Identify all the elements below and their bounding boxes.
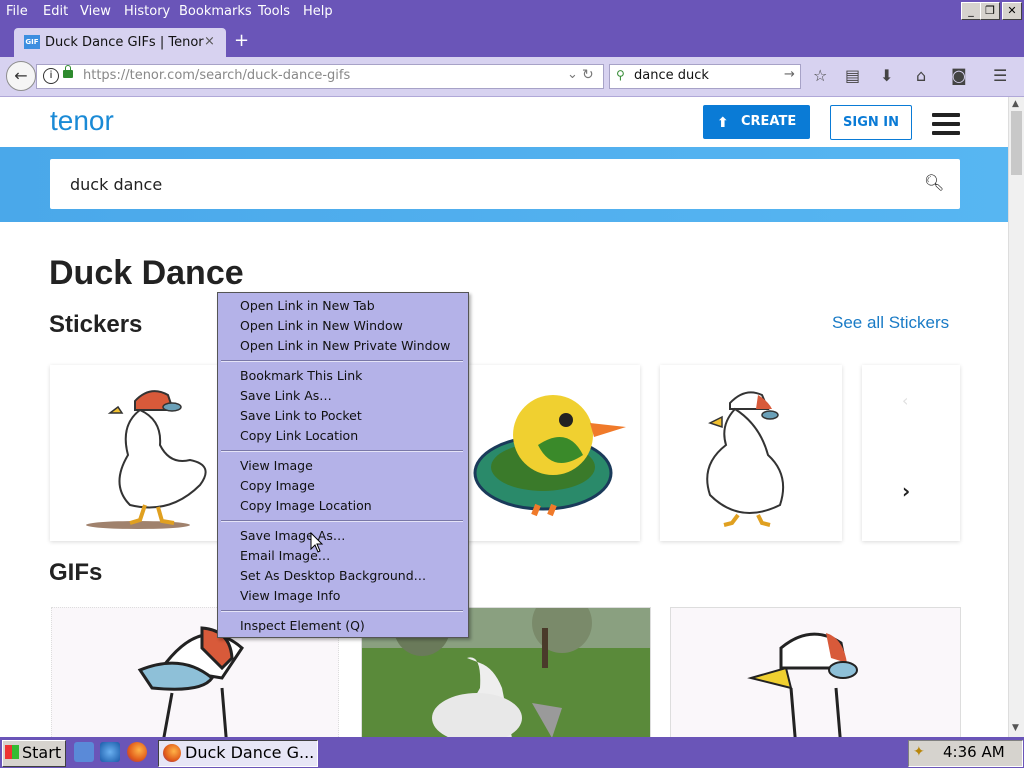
ctx-open-link-private-window[interactable]: Open Link in New Private Window (240, 338, 450, 353)
search-engine-icon[interactable]: ⚲ (616, 68, 625, 82)
sticker-card[interactable] (660, 365, 842, 541)
menu-file[interactable]: File (6, 4, 28, 19)
search-bar[interactable]: ⚲ dance duck → (609, 64, 801, 89)
ctx-inspect-element[interactable]: Inspect Element (Q) (240, 618, 365, 633)
pocket-icon[interactable]: ◙ (951, 66, 967, 85)
start-button[interactable]: Start (2, 740, 66, 767)
firefox-icon (163, 744, 181, 762)
duck-cap-sticker-image (706, 391, 784, 527)
carousel-next-icon[interactable]: › (902, 479, 910, 503)
create-label: CREATE (741, 114, 797, 129)
search-bar-value[interactable]: dance duck (634, 68, 709, 83)
system-tray: ✦ 4:36 AM (908, 740, 1023, 767)
menu-view[interactable]: View (80, 4, 111, 19)
url-text[interactable]: https://tenor.com/search/duck-dance-gifs (83, 68, 350, 83)
duck-float-sticker-image (473, 395, 626, 517)
tab-title: Duck Dance GIFs | Tenor (45, 35, 204, 50)
start-label: Start (22, 743, 62, 762)
downloads-icon[interactable]: ⬇ (880, 66, 893, 85)
reading-list-icon[interactable]: ▤ (845, 66, 860, 85)
ctx-copy-image-location[interactable]: Copy Image Location (240, 498, 372, 513)
page-viewport: tenor ⬆ CREATE SIGN IN duck dance 🔍︎ Duc… (0, 97, 1008, 737)
menu-separator (221, 520, 463, 522)
sign-in-button[interactable]: SIGN IN (830, 105, 912, 140)
tenor-favicon-icon: GIF (24, 35, 40, 49)
scrollbar-thumb[interactable] (1011, 111, 1022, 175)
taskbar-item-firefox[interactable]: Duck Dance G... (158, 740, 318, 767)
see-all-stickers-link[interactable]: See all Stickers (832, 313, 949, 333)
firefox-quicklaunch-icon[interactable] (127, 742, 147, 762)
gif-card[interactable] (670, 607, 961, 737)
bookmark-star-icon[interactable]: ☆ (813, 66, 827, 85)
tray-network-icon[interactable]: ✦ (913, 744, 925, 760)
page-scrollbar[interactable]: ▲ ▼ (1008, 97, 1024, 737)
history-dropdown-icon[interactable]: ⌄ (567, 67, 578, 82)
sticker-card[interactable] (50, 365, 230, 541)
menu-tools[interactable]: Tools (258, 4, 290, 19)
search-go-icon[interactable]: → (784, 67, 795, 82)
new-tab-button[interactable]: + (234, 30, 249, 51)
menu-bar: File Edit View History Bookmarks Tools H… (0, 0, 1024, 24)
ctx-copy-link-location[interactable]: Copy Link Location (240, 428, 358, 443)
ctx-view-image[interactable]: View Image (240, 458, 313, 473)
back-button[interactable]: ← (6, 61, 36, 91)
site-search-value[interactable]: duck dance (70, 175, 162, 194)
create-button[interactable]: ⬆ CREATE (703, 105, 810, 139)
site-menu-icon[interactable] (932, 113, 960, 140)
menu-edit[interactable]: Edit (43, 4, 68, 19)
ctx-save-link-as[interactable]: Save Link As… (240, 388, 332, 403)
home-icon[interactable]: ⌂ (916, 66, 926, 85)
tenor-logo[interactable]: tenor (50, 105, 114, 137)
show-desktop-icon[interactable] (74, 742, 94, 762)
scroll-up-icon[interactable]: ▲ (1012, 99, 1019, 109)
info-icon[interactable]: i (43, 68, 59, 84)
ctx-copy-image[interactable]: Copy Image (240, 478, 315, 493)
menu-help[interactable]: Help (303, 4, 333, 19)
reload-icon[interactable]: ↻ (582, 67, 594, 83)
ctx-save-link-to-pocket[interactable]: Save Link to Pocket (240, 408, 362, 423)
internet-explorer-icon[interactable] (100, 742, 120, 762)
sticker-card[interactable]: ‹ › (862, 365, 960, 541)
windows-flag-icon (5, 745, 19, 759)
restore-button[interactable]: ❐ (980, 2, 1000, 20)
context-menu: Open Link in New Tab Open Link in New Wi… (217, 292, 469, 638)
taskbar (0, 737, 1024, 768)
menu-separator (221, 450, 463, 452)
tab-close-icon[interactable]: × (204, 34, 215, 49)
close-window-button[interactable]: ✕ (1002, 2, 1022, 20)
tab-duck-dance[interactable]: GIF Duck Dance GIFs | Tenor × (14, 28, 226, 57)
menu-history[interactable]: History (124, 4, 170, 19)
minimize-button[interactable]: _ (961, 2, 981, 20)
carousel-prev-icon[interactable]: ‹ (902, 391, 908, 410)
upload-icon: ⬆ (717, 115, 729, 131)
ctx-view-image-info[interactable]: View Image Info (240, 588, 340, 603)
taskbar-item-label: Duck Dance G... (185, 743, 315, 762)
ctx-open-link-new-tab[interactable]: Open Link in New Tab (240, 298, 375, 313)
stickers-heading: Stickers (49, 311, 143, 338)
ctx-open-link-new-window[interactable]: Open Link in New Window (240, 318, 403, 333)
ctx-save-image-as[interactable]: Save Image As… (240, 528, 345, 543)
duck-sticker-image (86, 390, 207, 529)
gifs-heading: GIFs (49, 559, 103, 586)
lock-icon (63, 65, 73, 78)
duck-cap-closeup-gif-image (747, 632, 858, 737)
address-bar[interactable]: i https://tenor.com/search/duck-dance-gi… (36, 64, 604, 89)
mouse-cursor-icon (310, 532, 324, 553)
search-icon[interactable]: 🔍︎ (924, 173, 944, 192)
ctx-set-desktop-background[interactable]: Set As Desktop Background… (240, 568, 426, 583)
menu-separator (221, 360, 463, 362)
menu-bookmarks[interactable]: Bookmarks (179, 4, 252, 19)
page-title: Duck Dance (49, 254, 244, 292)
hamburger-menu-icon[interactable]: ☰ (993, 66, 1007, 85)
clock: 4:36 AM (943, 743, 1005, 761)
sticker-card[interactable] (468, 365, 640, 541)
ctx-bookmark-link[interactable]: Bookmark This Link (240, 368, 362, 383)
site-search-input[interactable]: duck dance 🔍︎ (50, 159, 960, 209)
menu-separator (221, 610, 463, 612)
scroll-down-icon[interactable]: ▼ (1012, 723, 1019, 733)
